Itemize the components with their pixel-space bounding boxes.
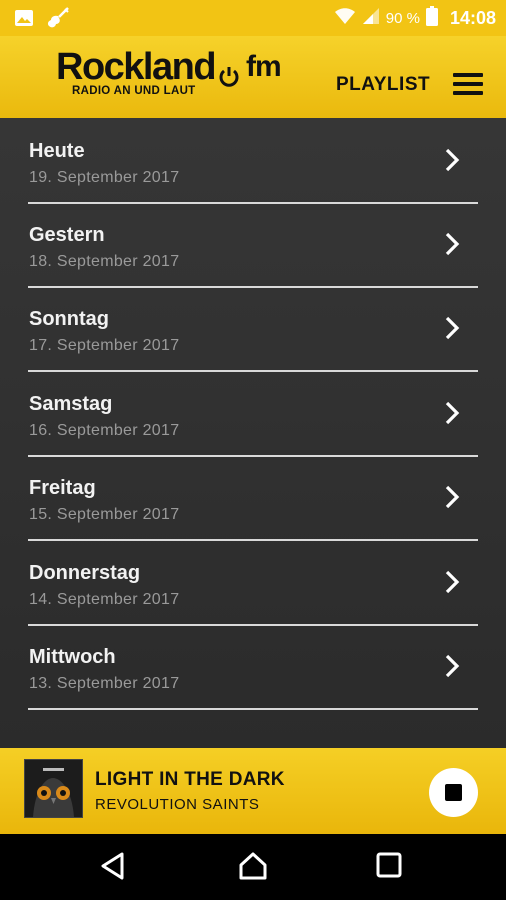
- day-date: 15. September 2017: [29, 506, 180, 523]
- album-cover: [24, 759, 83, 818]
- day-row-donnerstag[interactable]: Donnerstag 14. September 2017: [28, 540, 478, 626]
- now-playing-bar[interactable]: LIGHT IN THE DARK REVOLUTION SAINTS: [0, 748, 506, 834]
- day-label: Gestern: [29, 224, 105, 246]
- day-row-samstag[interactable]: Samstag 16. September 2017: [28, 371, 478, 457]
- image-icon: [14, 9, 34, 32]
- guitar-icon: [46, 7, 70, 34]
- logo-fm: fm: [246, 50, 282, 83]
- chevron-right-icon: [444, 232, 460, 261]
- app-header: Rockland fm RADIO AN UND LAUT PLAYLIST: [0, 36, 506, 118]
- day-row-gestern[interactable]: Gestern 18. September 2017: [28, 202, 478, 288]
- chevron-right-icon: [444, 401, 460, 430]
- track-title: LIGHT IN THE DARK: [95, 769, 285, 790]
- day-date: 13. September 2017: [29, 675, 180, 692]
- day-date: 14. September 2017: [29, 591, 180, 608]
- chevron-right-icon: [444, 485, 460, 514]
- stop-icon: [445, 784, 462, 801]
- system-navigation-bar: [0, 834, 506, 900]
- back-icon[interactable]: [100, 852, 126, 885]
- day-row-freitag[interactable]: Freitag 15. September 2017: [28, 455, 478, 541]
- chevron-right-icon: [444, 148, 460, 177]
- battery-percent: 90 %: [385, 10, 420, 27]
- day-date: 16. September 2017: [29, 422, 180, 439]
- day-row-heute[interactable]: Heute 19. September 2017: [28, 118, 478, 204]
- recent-apps-icon[interactable]: [376, 852, 402, 883]
- day-label: Samstag: [29, 393, 113, 415]
- playlist-title: PLAYLIST: [336, 74, 431, 95]
- playlist-day-list: Heute 19. September 2017 Gestern 18. Sep…: [0, 118, 506, 748]
- clock: 14:08: [449, 8, 496, 28]
- logo-tagline: RADIO AN UND LAUT: [72, 85, 196, 97]
- rockland-logo[interactable]: Rockland fm RADIO AN UND LAUT: [56, 46, 282, 98]
- day-date: 18. September 2017: [29, 253, 180, 270]
- track-artist: REVOLUTION SAINTS: [95, 796, 260, 813]
- stop-button[interactable]: [429, 768, 478, 817]
- signal-icon: [362, 7, 380, 30]
- home-icon[interactable]: [238, 852, 268, 885]
- wifi-icon: [334, 7, 356, 30]
- day-label: Donnerstag: [29, 562, 141, 584]
- day-row-sonntag[interactable]: Sonntag 17. September 2017: [28, 286, 478, 372]
- menu-icon[interactable]: [452, 72, 484, 101]
- day-date: 19. September 2017: [29, 169, 180, 186]
- chevron-right-icon: [444, 570, 460, 599]
- power-icon: [218, 66, 240, 93]
- battery-icon: [425, 6, 438, 31]
- chevron-right-icon: [444, 654, 460, 683]
- status-bar: 90 % 14:08: [0, 0, 506, 36]
- day-label: Sonntag: [29, 308, 109, 330]
- day-label: Mittwoch: [29, 646, 116, 668]
- day-date: 17. September 2017: [29, 337, 180, 354]
- day-row-mittwoch[interactable]: Mittwoch 13. September 2017: [28, 624, 478, 710]
- day-label: Heute: [29, 140, 85, 162]
- day-label: Freitag: [29, 477, 96, 499]
- chevron-right-icon: [444, 316, 460, 345]
- logo-wordmark: Rockland: [56, 46, 217, 88]
